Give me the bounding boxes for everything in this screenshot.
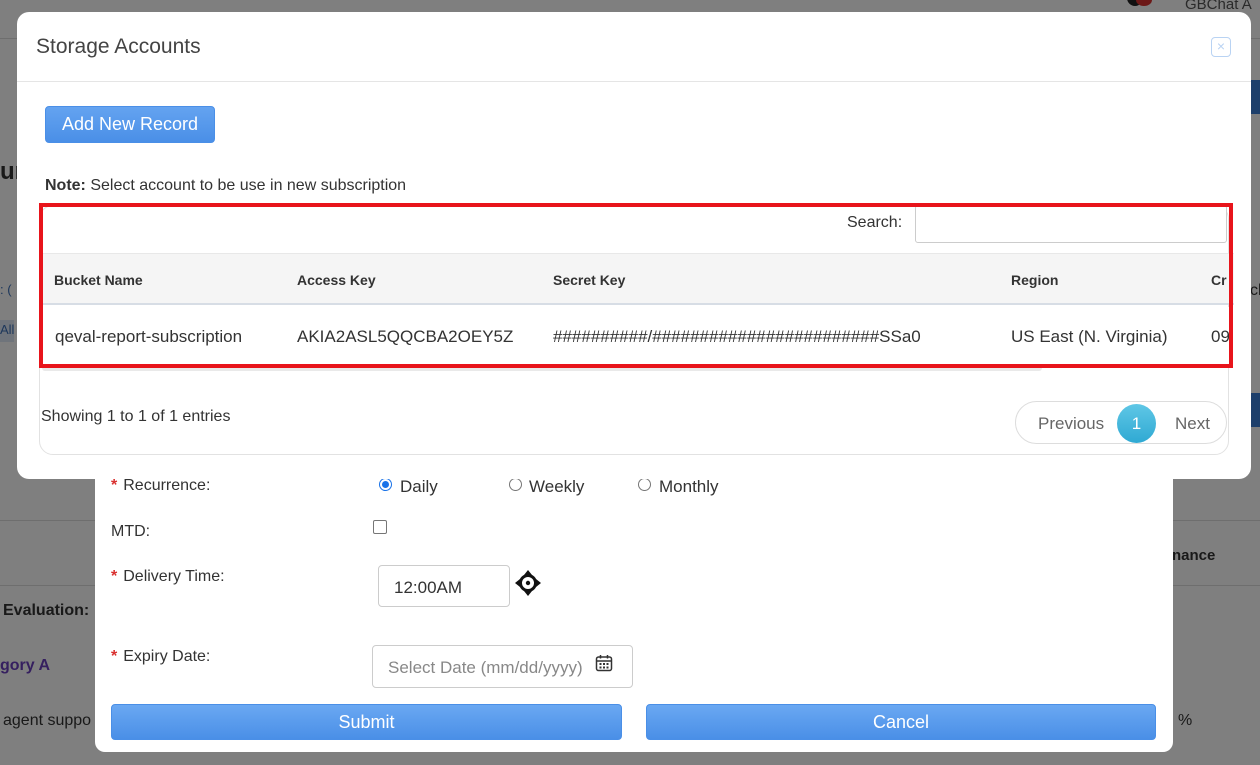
- cancel-button[interactable]: Cancel: [646, 704, 1156, 740]
- page-1-button[interactable]: 1: [1117, 404, 1156, 443]
- next-page-button[interactable]: Next: [1175, 414, 1210, 434]
- note-label: Note:: [45, 177, 86, 194]
- radio-monthly[interactable]: [638, 478, 651, 491]
- mtd-label: MTD:: [111, 523, 151, 540]
- add-new-record-button[interactable]: Add New Record: [45, 106, 215, 143]
- submit-button[interactable]: Submit: [111, 704, 622, 740]
- note-text: Note: Select account to be use in new su…: [45, 177, 406, 195]
- close-icon[interactable]: ×: [1211, 37, 1231, 57]
- recurrence-label: * Recurrence:: [111, 477, 211, 494]
- modal-header: Storage Accounts ×: [17, 12, 1251, 82]
- delivery-time-label: * Delivery Time:: [111, 568, 225, 585]
- expiry-date-input[interactable]: Select Date (mm/dd/yyyy): [372, 645, 633, 688]
- move-arrows-icon[interactable]: [515, 570, 541, 596]
- note-message: Select account to be use in new subscrip…: [85, 177, 407, 194]
- radio-daily[interactable]: [379, 478, 392, 491]
- previous-page-button[interactable]: Previous: [1038, 414, 1104, 434]
- required-marker: *: [111, 477, 118, 494]
- entries-info: Showing 1 to 1 of 1 entries: [41, 408, 231, 425]
- pagination: Previous 1 Next: [1015, 401, 1227, 444]
- expiry-date-label: * Expiry Date:: [111, 648, 211, 665]
- highlight-box: [39, 203, 1233, 368]
- radio-weekly-label[interactable]: Weekly: [529, 477, 584, 497]
- mtd-checkbox[interactable]: [373, 520, 387, 534]
- storage-accounts-modal: Storage Accounts × Add New Record Note: …: [17, 12, 1251, 479]
- radio-weekly[interactable]: [509, 478, 522, 491]
- delivery-time-input[interactable]: 12:00AM: [378, 565, 510, 607]
- subscription-modal: * Recurrence: Daily Weekly Monthly MTD: *…: [95, 440, 1173, 752]
- modal-title: Storage Accounts: [36, 35, 201, 58]
- calendar-icon[interactable]: [595, 654, 613, 672]
- radio-monthly-label[interactable]: Monthly: [659, 477, 719, 497]
- radio-daily-label[interactable]: Daily: [400, 477, 438, 497]
